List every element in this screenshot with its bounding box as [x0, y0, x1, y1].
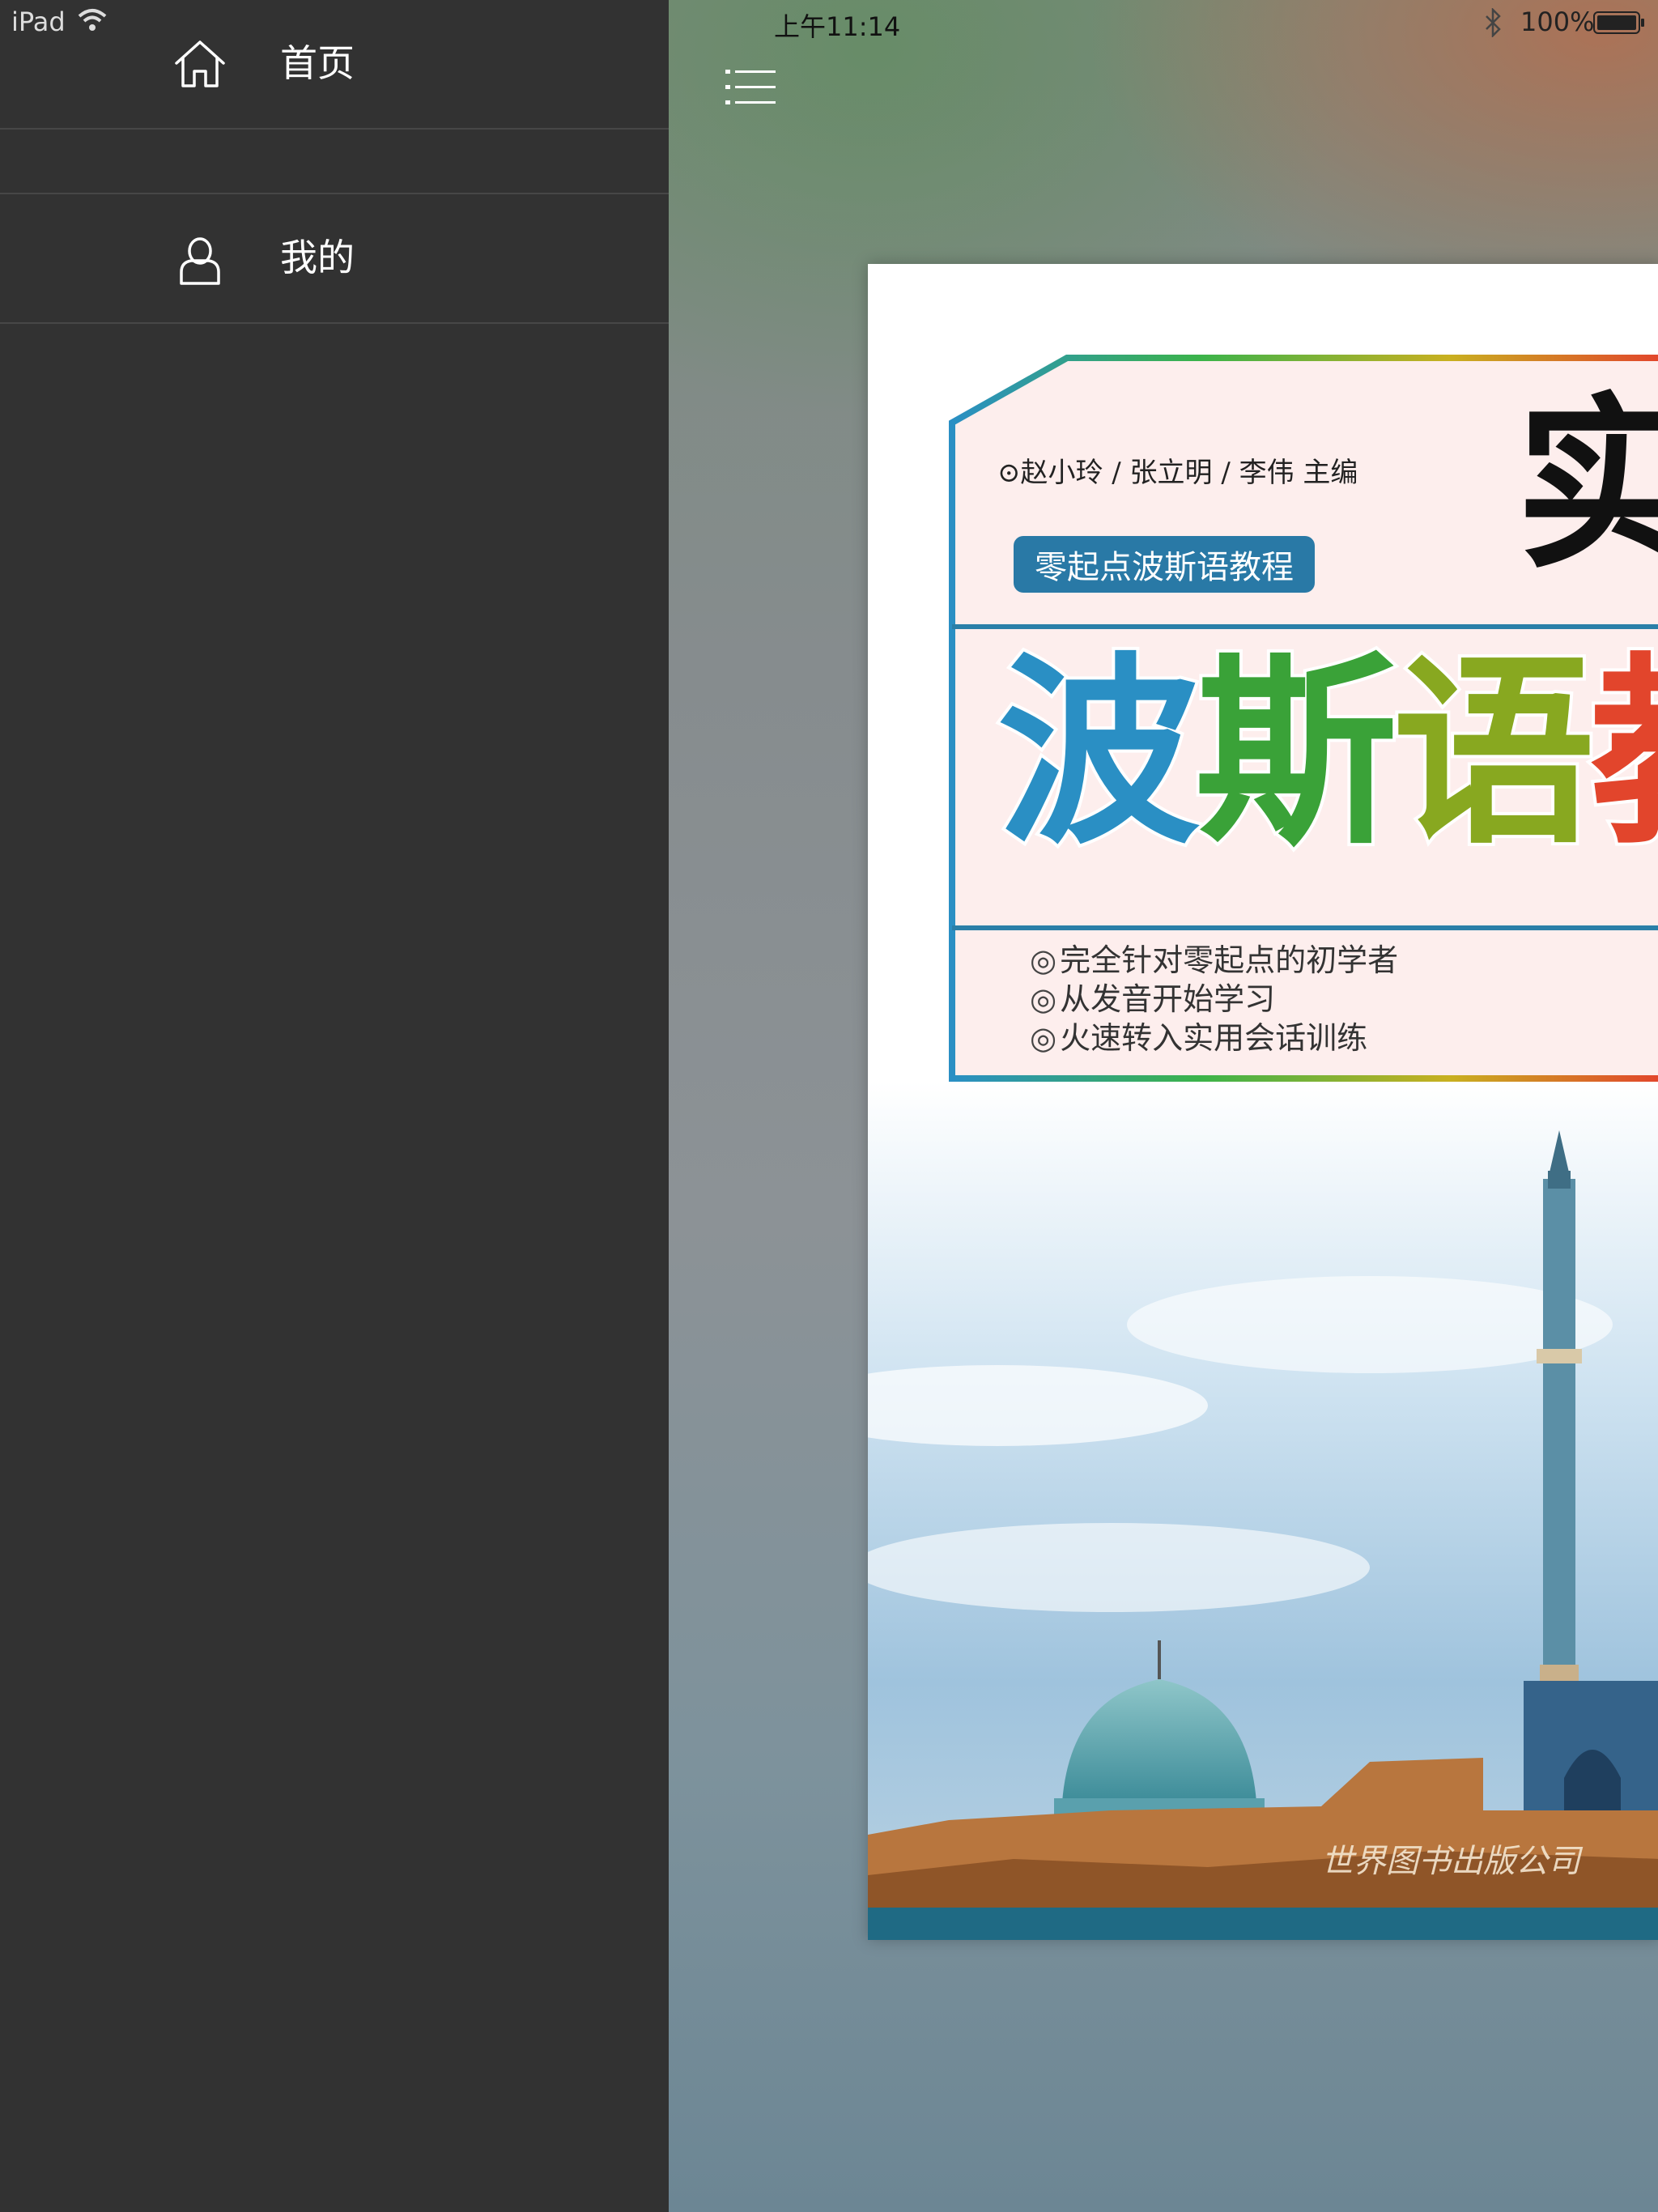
cover-title-char: 波: [994, 636, 1203, 871]
user-icon: [180, 237, 220, 285]
cover-title-char: 斯: [1192, 636, 1401, 871]
cover-features: ◎ 完全针对零起点的初学者 ◎ 从发音开始学习 ◎ 火速转入实用会话训练: [1030, 941, 1398, 1057]
wifi-icon: [78, 9, 107, 31]
sidebar-item-label: 我的: [280, 236, 355, 279]
sidebar: 首页 我的: [0, 0, 669, 2212]
cover-mosque-illustration: [868, 1082, 1658, 1940]
battery-percent: 100%: [1520, 6, 1595, 37]
cover-title-char: 语: [1389, 636, 1598, 871]
cover-publisher: 世界图书出版公司: [1321, 1843, 1580, 1880]
status-bar: iPad 上午11:14 100%: [0, 0, 1658, 45]
sidebar-item-mine[interactable]: 我的: [0, 194, 669, 324]
cover-series-badge: 零起点波斯语教程: [1014, 536, 1315, 593]
bullet-icon: ◎: [1030, 942, 1057, 978]
cover-editors: ⊙赵小玲 / 张立明 / 李伟 主编: [997, 457, 1358, 489]
device-name: iPad: [11, 6, 66, 37]
cover-title: 波斯语教: [994, 649, 1658, 858]
cover-title-char: 教: [1587, 636, 1658, 871]
sidebar-divider: [0, 193, 669, 194]
list-icon[interactable]: [725, 65, 777, 110]
status-time: 上午11:14: [774, 11, 901, 42]
book-cover[interactable]: ⊙赵小玲 / 张立明 / 李伟 主编 零起点波斯语教程 实 波斯语教 ◎完全针对…: [868, 264, 1658, 1940]
feature-line: ◎ 从发音开始学习: [1030, 981, 1276, 1017]
bullet-icon: ◎: [1030, 1020, 1057, 1056]
bullet-icon: ◎: [1030, 981, 1057, 1017]
feature-line: ◎ 火速转入实用会话训练: [1030, 1020, 1368, 1056]
main-content: ⊙赵小玲 / 张立明 / 李伟 主编 零起点波斯语教程 实 波斯语教 ◎完全针对…: [669, 0, 1658, 2212]
bluetooth-icon: [1486, 8, 1501, 37]
battery-icon: [1593, 11, 1644, 34]
cover-big-char: 实: [1516, 378, 1658, 594]
feature-line: ◎ 完全针对零起点的初学者: [1030, 942, 1399, 978]
